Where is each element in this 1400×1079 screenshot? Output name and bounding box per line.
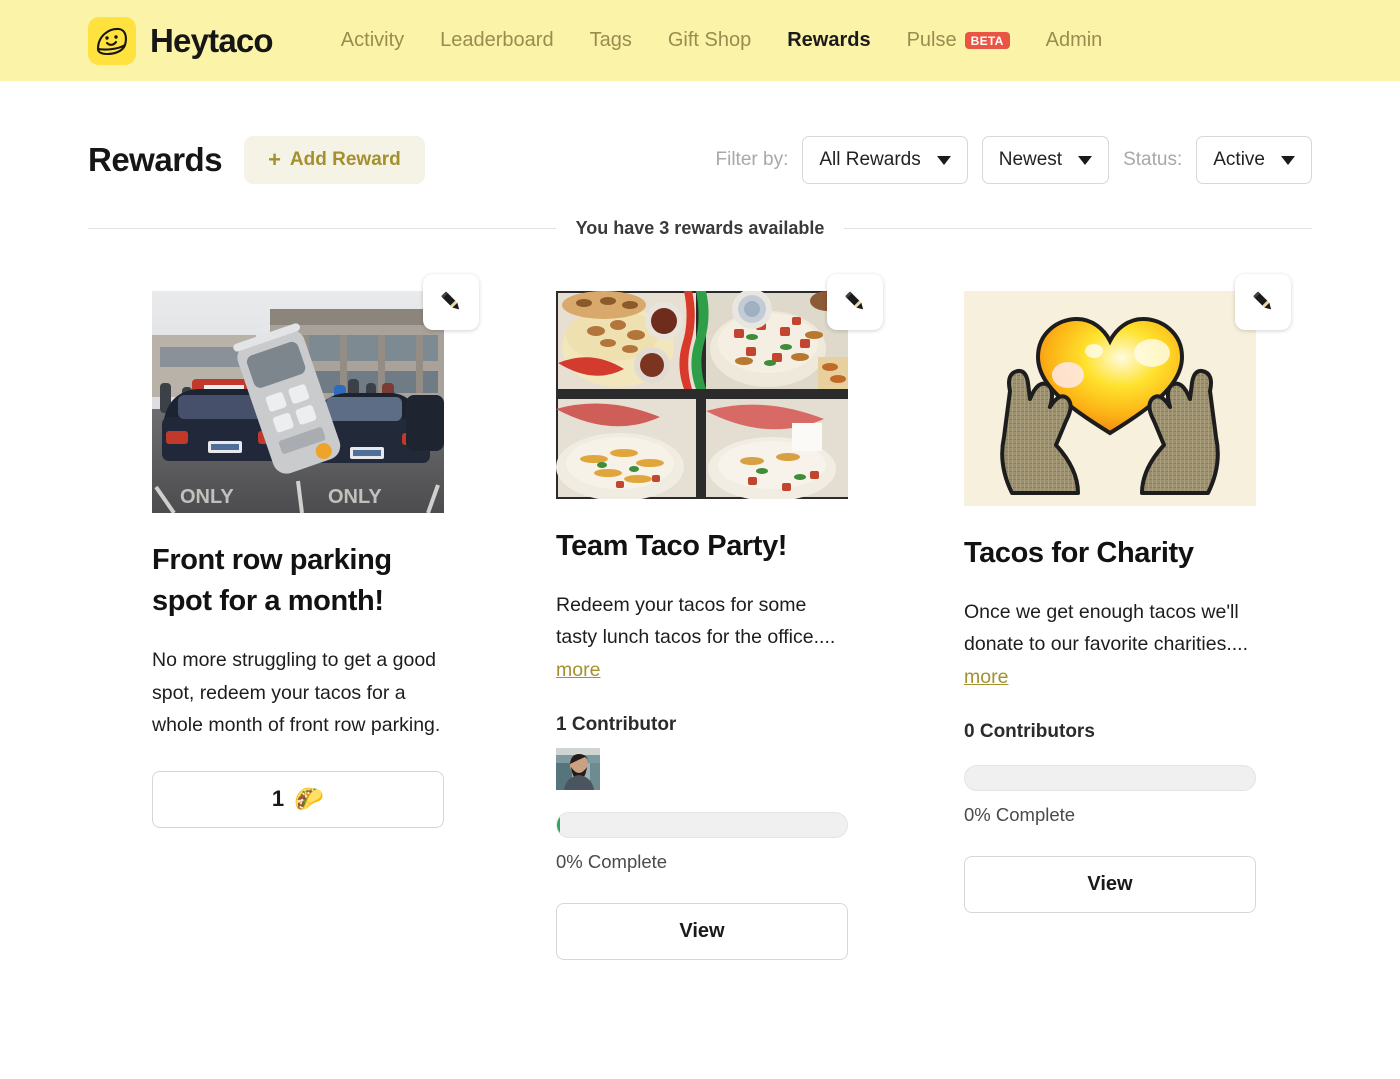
rewards-toolbar: Rewards + Add Reward Filter by: All Rewa…: [88, 124, 1312, 196]
add-reward-label: Add Reward: [290, 149, 401, 171]
main-nav: Activity Leaderboard Tags Gift Shop Rewa…: [323, 29, 1121, 52]
contributor-avatar[interactable]: [556, 748, 600, 790]
rewards-count-divider: You have 3 rewards available: [88, 218, 1312, 239]
svg-text:ONLY: ONLY: [328, 486, 382, 508]
edit-reward-button[interactable]: [423, 274, 479, 330]
nav-item-gift-shop[interactable]: Gift Shop: [650, 29, 769, 52]
progress-label: 0% Complete: [964, 804, 1256, 826]
chevron-down-icon: [1281, 156, 1295, 165]
brand-name: Heytaco: [150, 22, 273, 60]
contributors-count: 1 Contributor: [556, 714, 848, 736]
reward-card: Team Taco Party! Redeem your tacos for s…: [496, 291, 904, 960]
reward-image-wrap: ONLY ONLY: [152, 291, 444, 518]
filter-controls: Filter by: All Rewards Newest Status: Ac…: [716, 136, 1313, 184]
contributors-count: 0 Contributors: [964, 721, 1256, 743]
progress-bar[interactable]: [964, 765, 1256, 791]
reward-description-text: Once we get enough tacos we'll donate to…: [964, 601, 1248, 655]
pencil-icon: [437, 288, 465, 316]
status-value: Active: [1213, 149, 1265, 171]
reward-type-select[interactable]: All Rewards: [802, 136, 967, 184]
reward-title: Front row parking spot for a month!: [152, 540, 444, 622]
progress-bar-fill: [557, 813, 560, 837]
parking-accident-photo: ONLY ONLY: [152, 291, 444, 513]
read-more-link[interactable]: more: [556, 659, 600, 681]
page-content: Rewards + Add Reward Filter by: All Rewa…: [0, 124, 1400, 960]
add-reward-button[interactable]: + Add Reward: [244, 136, 425, 184]
sort-order-value: Newest: [999, 149, 1062, 171]
divider-line-right: [844, 228, 1312, 229]
nav-item-pulse[interactable]: Pulse BETA: [889, 29, 1028, 52]
reward-description-text: Redeem your tacos for some tasty lunch t…: [556, 594, 835, 648]
edit-reward-button[interactable]: [827, 274, 883, 330]
pencil-icon: [1249, 288, 1277, 316]
status-select[interactable]: Active: [1196, 136, 1312, 184]
reward-card: ONLY ONLY: [88, 291, 496, 960]
beta-badge: BETA: [965, 32, 1010, 49]
taco-count: 1: [272, 786, 284, 812]
reward-description: Redeem your tacos for some tasty lunch t…: [556, 589, 848, 686]
chevron-down-icon: [937, 156, 951, 165]
divider-line-left: [88, 228, 556, 229]
view-reward-button[interactable]: View: [964, 856, 1256, 913]
plus-icon: +: [268, 149, 281, 171]
nav-item-rewards[interactable]: Rewards: [769, 29, 888, 52]
contributor-avatars: [556, 748, 848, 790]
read-more-link[interactable]: more: [964, 666, 1008, 688]
nav-item-tags[interactable]: Tags: [572, 29, 650, 52]
reward-image-wrap: [556, 291, 848, 504]
reward-image-wrap: [964, 291, 1256, 511]
pencil-icon: [841, 288, 869, 316]
reward-description: No more struggling to get a good spot, r…: [152, 644, 444, 741]
filter-by-label: Filter by:: [716, 149, 789, 171]
tacos-platter-photo: [556, 291, 848, 499]
nav-item-activity[interactable]: Activity: [323, 29, 422, 52]
reward-description: Once we get enough tacos we'll donate to…: [964, 596, 1256, 693]
page-title: Rewards: [88, 141, 222, 179]
nav-item-leaderboard[interactable]: Leaderboard: [422, 29, 571, 52]
top-navigation-bar: Heytaco Activity Leaderboard Tags Gift S…: [0, 0, 1400, 81]
hands-holding-heart-illustration: [964, 291, 1256, 506]
rewards-grid: ONLY ONLY: [88, 291, 1312, 960]
reward-title: Tacos for Charity: [964, 533, 1256, 574]
status-label: Status:: [1123, 149, 1182, 171]
nav-item-pulse-label: Pulse: [907, 29, 957, 52]
reward-type-value: All Rewards: [819, 149, 920, 171]
progress-bar[interactable]: [556, 812, 848, 838]
chevron-down-icon: [1078, 156, 1092, 165]
sort-order-select[interactable]: Newest: [982, 136, 1109, 184]
edit-reward-button[interactable]: [1235, 274, 1291, 330]
taco-icon: 🌮: [294, 785, 324, 814]
reward-title: Team Taco Party!: [556, 526, 848, 567]
progress-label: 0% Complete: [556, 851, 848, 873]
view-reward-button[interactable]: View: [556, 903, 848, 960]
redeem-taco-cost-button[interactable]: 1 🌮: [152, 771, 444, 828]
taco-smiley-icon: [88, 17, 136, 65]
reward-card: Tacos for Charity Once we get enough tac…: [904, 291, 1312, 960]
rewards-available-caption: You have 3 rewards available: [576, 218, 825, 239]
svg-text:ONLY: ONLY: [180, 486, 234, 508]
nav-item-admin[interactable]: Admin: [1028, 29, 1121, 52]
brand-logo-link[interactable]: Heytaco: [88, 17, 273, 65]
